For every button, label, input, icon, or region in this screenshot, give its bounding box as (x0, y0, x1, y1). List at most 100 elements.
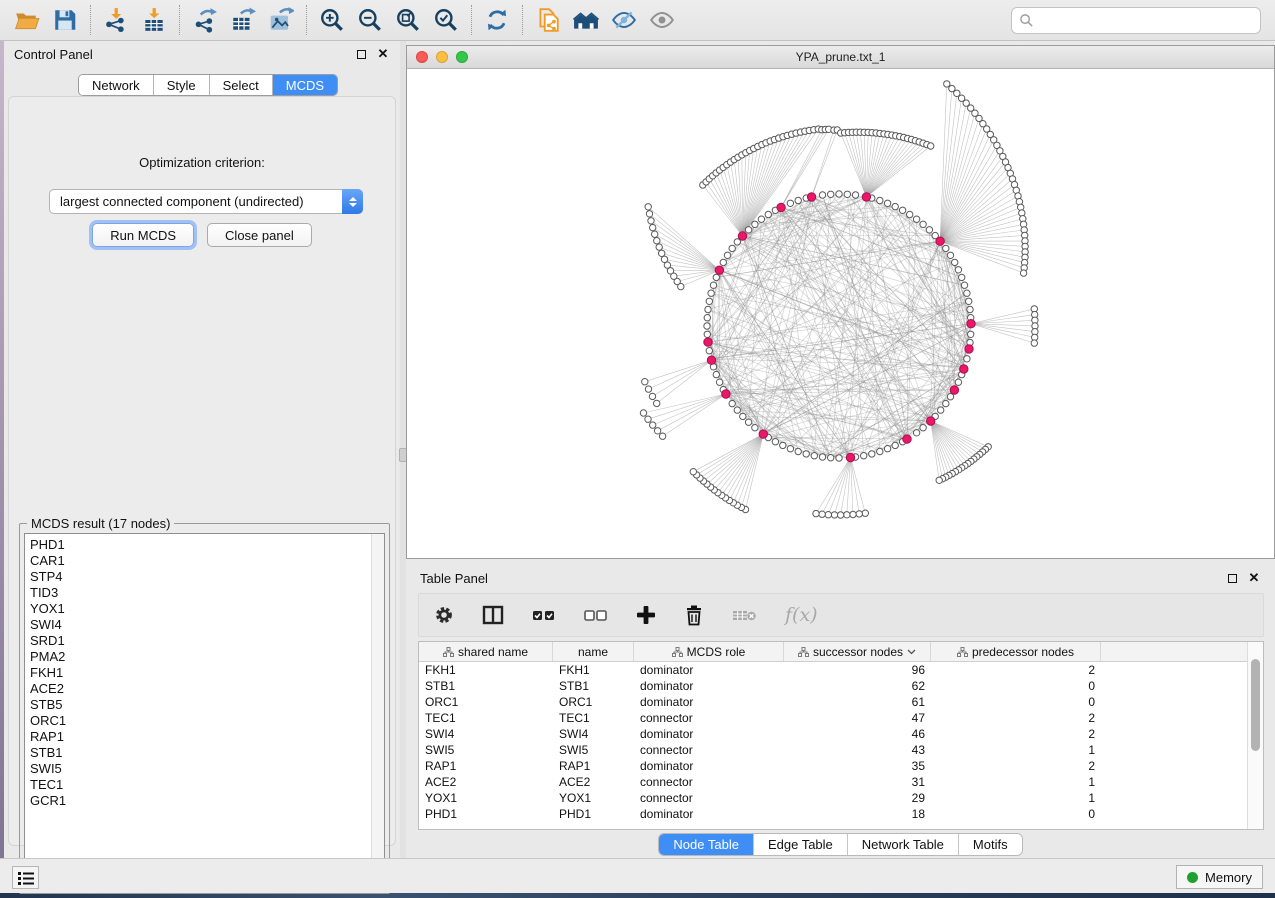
scrollbar-thumb[interactable] (1251, 659, 1260, 751)
export-network-icon (192, 7, 218, 33)
add-column-button[interactable] (635, 604, 657, 626)
export-image-button[interactable] (264, 4, 298, 36)
memory-status-icon (1187, 872, 1198, 883)
network-graph[interactable] (407, 69, 1274, 558)
mcds-result-item[interactable]: TEC1 (25, 777, 384, 793)
column-header-predecessor-nodes[interactable]: predecessor nodes (931, 642, 1101, 661)
table-row[interactable]: SWI4SWI4dominator462 (419, 726, 1263, 742)
mcds-result-item[interactable]: SWI5 (25, 761, 384, 777)
attribute-type-icon (957, 647, 968, 657)
zoom-out-button[interactable] (353, 4, 387, 36)
refresh-button[interactable] (480, 4, 514, 36)
tab-edge-table[interactable]: Edge Table (754, 834, 848, 855)
cell-successors: 62 (784, 679, 931, 693)
table-row[interactable]: ORC1ORC1dominator610 (419, 694, 1263, 710)
mcds-result-item[interactable]: PHD1 (25, 537, 384, 553)
cell-successors: 61 (784, 695, 931, 709)
network-titlebar[interactable]: YPA_prune.txt_1 (407, 46, 1274, 69)
table-row[interactable]: RAP1RAP1dominator352 (419, 758, 1263, 774)
column-header-shared-name[interactable]: shared name (419, 642, 553, 661)
cell-role: dominator (634, 759, 784, 773)
mcds-result-item[interactable]: STB5 (25, 697, 384, 713)
import-network-button[interactable] (99, 4, 133, 36)
table-row[interactable]: SWI5SWI5connector431 (419, 742, 1263, 758)
save-button[interactable] (48, 4, 82, 36)
table-row[interactable]: TEC1TEC1connector472 (419, 710, 1263, 726)
tab-network[interactable]: Network (79, 75, 154, 95)
export-network-button[interactable] (188, 4, 222, 36)
search-field[interactable] (1011, 7, 1261, 34)
import-table-button[interactable] (137, 4, 171, 36)
open-icon (14, 7, 40, 33)
table-row[interactable]: ACE2ACE2connector311 (419, 774, 1263, 790)
delete-table-button[interactable] (731, 604, 759, 626)
cell-successors: 18 (784, 807, 931, 821)
mcds-result-item[interactable]: YOX1 (25, 601, 384, 617)
close-panel-icon[interactable]: ✕ (1247, 571, 1261, 585)
mcds-result-title: MCDS result (17 nodes) (27, 516, 174, 531)
list-icon (17, 870, 35, 886)
table-row[interactable]: PHD1PHD1dominator180 (419, 806, 1263, 822)
table-row[interactable]: STB1STB1dominator620 (419, 678, 1263, 694)
split-view-button[interactable] (481, 604, 505, 626)
column-header-successor-nodes[interactable]: successor nodes (784, 642, 931, 661)
close-panel-button[interactable]: Close panel (207, 223, 312, 247)
mcds-result-item[interactable]: FKH1 (25, 665, 384, 681)
table-row[interactable]: YOX1YOX1connector291 (419, 790, 1263, 806)
column-header-name[interactable]: name (553, 642, 634, 661)
criterion-select[interactable]: largest connected component (undirected) (49, 189, 363, 214)
float-panel-icon[interactable] (1225, 571, 1239, 585)
open-button[interactable] (10, 4, 44, 36)
cell-successors: 43 (784, 743, 931, 757)
function-builder-button[interactable]: f(x) (785, 604, 818, 626)
table-panel-header: Table Panel ✕ (406, 565, 1275, 591)
mcds-result-item[interactable]: RAP1 (25, 729, 384, 745)
close-panel-icon[interactable]: ✕ (376, 47, 390, 61)
delete-column-button[interactable] (683, 604, 705, 626)
mcds-result-item[interactable]: CAR1 (25, 553, 384, 569)
mcds-list-scrollbar[interactable] (371, 534, 384, 888)
node-table-header: shared namenameMCDS rolesuccessor nodesp… (419, 642, 1263, 662)
toolbar-separator (471, 5, 472, 35)
tab-select[interactable]: Select (210, 75, 273, 95)
clone-network-button[interactable] (531, 4, 565, 36)
gear-icon (433, 604, 455, 626)
mcds-result-item[interactable]: SRD1 (25, 633, 384, 649)
mcds-result-item[interactable]: TID3 (25, 585, 384, 601)
leaf-nodes[interactable] (640, 81, 1038, 518)
show-hidden-button[interactable] (645, 4, 679, 36)
mcds-result-item[interactable]: STP4 (25, 569, 384, 585)
table-row[interactable]: FKH1FKH1dominator962 (419, 662, 1263, 678)
deselect-all-rows-button[interactable] (583, 604, 609, 626)
table-scrollbar[interactable] (1247, 642, 1263, 829)
mcds-result-item[interactable]: PMA2 (25, 649, 384, 665)
zoom-in-button[interactable] (315, 4, 349, 36)
table-settings-button[interactable] (433, 604, 455, 626)
run-mcds-button[interactable]: Run MCDS (92, 223, 194, 247)
float-panel-icon[interactable] (354, 47, 368, 61)
cell-predecessors: 0 (931, 807, 1101, 821)
mcds-result-list[interactable]: PHD1CAR1STP4TID3YOX1SWI4SRD1PMA2FKH1ACE2… (24, 533, 385, 889)
zoom-selected-button[interactable] (429, 4, 463, 36)
tab-network-table[interactable]: Network Table (848, 834, 959, 855)
task-history-button[interactable] (12, 866, 39, 889)
memory-button[interactable]: Memory (1176, 865, 1263, 889)
tab-motifs[interactable]: Motifs (959, 834, 1022, 855)
search-input[interactable] (1034, 13, 1260, 28)
network-canvas[interactable] (407, 69, 1274, 558)
cell-name: PHD1 (553, 807, 634, 821)
mcds-result-item[interactable]: ORC1 (25, 713, 384, 729)
tab-mcds[interactable]: MCDS (273, 75, 337, 95)
tab-style[interactable]: Style (154, 75, 210, 95)
mcds-result-item[interactable]: STB1 (25, 745, 384, 761)
export-table-button[interactable] (226, 4, 260, 36)
mcds-result-item[interactable]: GCR1 (25, 793, 384, 809)
zoom-fit-button[interactable] (391, 4, 425, 36)
column-header-MCDS-role[interactable]: MCDS role (634, 642, 784, 661)
tab-node-table[interactable]: Node Table (659, 834, 754, 855)
show-all-button[interactable] (569, 4, 603, 36)
mcds-result-item[interactable]: ACE2 (25, 681, 384, 697)
hide-selected-button[interactable] (607, 4, 641, 36)
select-all-rows-button[interactable] (531, 604, 557, 626)
mcds-result-item[interactable]: SWI4 (25, 617, 384, 633)
